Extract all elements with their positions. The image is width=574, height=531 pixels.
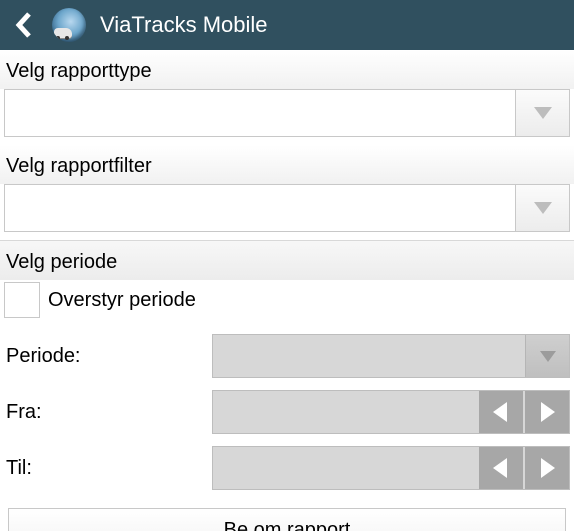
from-field-label: Fra:	[4, 401, 204, 424]
period-value	[213, 335, 525, 377]
report-filter-dropdown-arrow[interactable]	[515, 185, 569, 231]
report-type-label: Velg rapporttype	[0, 50, 574, 89]
chevron-down-icon	[540, 351, 556, 362]
triangle-left-icon	[493, 458, 509, 478]
from-value	[213, 391, 479, 433]
triangle-left-icon	[493, 402, 509, 422]
request-report-button[interactable]: Be om rapport	[8, 508, 566, 531]
report-type-value	[5, 90, 515, 136]
chevron-down-icon	[534, 202, 552, 214]
override-period-label: Overstyr periode	[48, 289, 196, 312]
request-report-label: Be om rapport	[224, 519, 351, 531]
override-period-checkbox[interactable]	[4, 282, 40, 318]
chevron-left-icon	[14, 11, 34, 39]
chevron-down-icon	[534, 107, 552, 119]
report-filter-label: Velg rapportfilter	[0, 145, 574, 184]
report-filter-select[interactable]	[4, 184, 570, 232]
report-type-dropdown-arrow[interactable]	[515, 90, 569, 136]
to-field-label: Til:	[4, 457, 204, 480]
to-next-button[interactable]	[525, 447, 569, 489]
back-button[interactable]	[10, 11, 38, 39]
triangle-right-icon	[539, 402, 555, 422]
to-stepper[interactable]	[212, 446, 570, 490]
report-type-select[interactable]	[4, 89, 570, 137]
from-prev-button[interactable]	[479, 391, 523, 433]
from-next-button[interactable]	[525, 391, 569, 433]
period-field-label: Periode:	[4, 345, 204, 368]
triangle-right-icon	[539, 458, 555, 478]
to-row: Til:	[0, 446, 574, 502]
from-row: Fra:	[0, 390, 574, 446]
app-title: ViaTracks Mobile	[100, 12, 268, 38]
period-section-label: Velg periode	[0, 240, 574, 280]
period-dropdown-arrow[interactable]	[525, 335, 569, 377]
period-select[interactable]	[212, 334, 570, 378]
override-period-row: Overstyr periode	[0, 280, 574, 334]
to-value	[213, 447, 479, 489]
report-filter-value	[5, 185, 515, 231]
from-stepper[interactable]	[212, 390, 570, 434]
to-prev-button[interactable]	[479, 447, 523, 489]
period-row: Periode:	[0, 334, 574, 390]
app-header: ViaTracks Mobile	[0, 0, 574, 50]
app-logo-icon	[52, 8, 86, 42]
